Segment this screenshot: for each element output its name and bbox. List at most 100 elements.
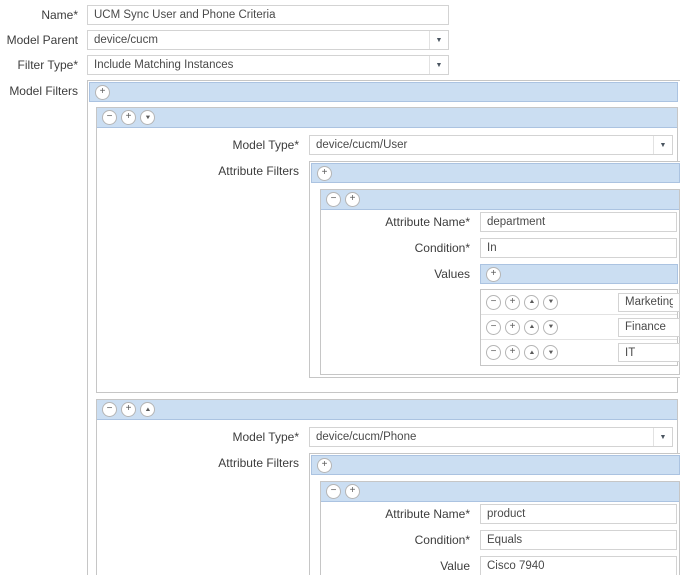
plus-icon: + <box>490 267 497 279</box>
remove-attribute-filter-button[interactable]: − <box>326 484 341 499</box>
remove-value-button[interactable]: − <box>486 345 501 360</box>
name-input[interactable] <box>87 5 449 25</box>
add-value-button[interactable]: + <box>505 294 520 310</box>
minus-icon: − <box>490 346 497 357</box>
attribute-filter-body: Attribute Name* Condition* Value <box>321 502 679 575</box>
model-filter-panel-body: Model Type* ▼ Attribute Filters + <box>97 128 680 392</box>
remove-attribute-filter-button[interactable]: − <box>326 192 341 207</box>
attribute-name-label: Attribute Name* <box>385 215 470 229</box>
add-model-filter-button[interactable]: + <box>95 84 110 100</box>
plus-icon: + <box>321 458 328 470</box>
remove-value-button[interactable]: − <box>486 294 501 310</box>
model-type-row: Model Type* ▼ <box>97 135 677 155</box>
model-parent-row: Model Parent ▼ <box>0 30 680 50</box>
model-filter-panel-header: − + ▲ <box>97 400 677 420</box>
attribute-filter-panel: − + Attribute Name* <box>320 189 680 375</box>
attribute-filters-label: Attribute Filters <box>218 456 299 470</box>
plus-icon: + <box>509 295 516 307</box>
values-add-bar: + <box>480 264 678 284</box>
arrow-down-icon: ▼ <box>143 114 152 121</box>
add-attribute-filter-button[interactable]: + <box>317 457 332 473</box>
arrow-down-icon: ▼ <box>546 349 555 356</box>
filter-type-input[interactable] <box>87 55 449 75</box>
plus-icon: + <box>349 193 356 204</box>
name-row: Name* <box>0 5 680 25</box>
add-value-button[interactable]: + <box>505 345 520 360</box>
model-type-combo: ▼ <box>309 427 673 447</box>
move-model-filter-down-button[interactable]: ▼ <box>140 110 155 125</box>
move-value-up-button[interactable]: ▲ <box>524 345 539 360</box>
attribute-name-row: Attribute Name* <box>321 212 679 232</box>
model-type-label: Model Type* <box>232 138 300 152</box>
attribute-filters-container: + − + <box>309 453 680 575</box>
add-model-filter-button[interactable]: + <box>121 110 136 125</box>
add-model-filter-button[interactable]: + <box>121 402 136 417</box>
move-value-up-button[interactable]: ▲ <box>524 294 539 310</box>
model-type-input[interactable] <box>309 427 673 447</box>
move-value-down-button[interactable]: ▼ <box>543 294 558 310</box>
model-filters-container: + − + ▼ Model Type* device/cucm/User ▼ A… <box>87 80 680 575</box>
attribute-filter-panel-header: − + <box>321 482 679 502</box>
model-type-input[interactable] <box>309 135 673 155</box>
model-type-label: Model Type* <box>232 430 300 444</box>
filter-type-combo: ▼ <box>87 55 449 75</box>
filter-type-label: Filter Type* <box>17 58 78 72</box>
condition-row: Condition* <box>321 530 679 550</box>
values-group: + − + ▲ ▼ Marketing − + ▲ ▼ Finance − + … <box>480 264 680 366</box>
add-value-button[interactable]: + <box>505 319 520 335</box>
attribute-filter-panel: − + Attribute Name* <box>320 481 680 575</box>
dropdown-arrow-icon[interactable]: ▼ <box>429 56 448 74</box>
condition-input[interactable] <box>480 238 677 258</box>
move-value-down-button[interactable]: ▼ <box>543 345 558 360</box>
dropdown-arrow-icon[interactable]: ▼ <box>429 31 448 49</box>
plus-icon: + <box>349 485 356 496</box>
criteria-form: Name* Model Parent ▼ Filter Type* ▼ Mode… <box>0 0 680 575</box>
add-attribute-filter-button[interactable]: + <box>345 192 360 207</box>
attribute-name-input[interactable] <box>480 504 677 524</box>
remove-model-filter-button[interactable]: − <box>102 110 117 125</box>
attribute-filter-body: Attribute Name* Condition* Values <box>321 210 680 374</box>
plus-icon: + <box>99 85 106 97</box>
values-row: Values + − + ▲ ▼ Marketing − + ▲ ▼ Finan… <box>321 264 680 366</box>
attribute-name-row: Attribute Name* <box>321 504 679 524</box>
value-row: − + ▲ ▼ <box>481 315 680 340</box>
minus-icon: − <box>106 111 113 122</box>
value-input[interactable] <box>618 292 680 312</box>
model-parent-combo: ▼ <box>87 30 449 50</box>
move-model-filter-up-button[interactable]: ▲ <box>140 402 155 417</box>
value-input[interactable] <box>618 317 680 337</box>
minus-icon: − <box>330 485 337 496</box>
value-row: − + ▲ ▼ <box>481 290 680 315</box>
arrow-up-icon: ▲ <box>527 299 536 305</box>
model-filter-panel-body: Model Type* ▼ Attribute Filters + <box>97 420 680 575</box>
model-parent-label: Model Parent <box>6 33 78 47</box>
dropdown-arrow-icon[interactable]: ▼ <box>653 136 672 154</box>
add-value-button[interactable]: + <box>486 266 501 282</box>
move-value-up-button[interactable]: ▲ <box>524 319 539 335</box>
minus-icon: − <box>490 320 497 332</box>
dropdown-arrow-icon[interactable]: ▼ <box>653 428 672 446</box>
attribute-name-input[interactable] <box>480 212 677 232</box>
minus-icon: − <box>490 295 497 307</box>
model-parent-input[interactable] <box>87 30 449 50</box>
condition-row: Condition* <box>321 238 679 258</box>
add-attribute-filter-button[interactable]: + <box>345 484 360 499</box>
value-input[interactable] <box>618 343 680 362</box>
plus-icon: + <box>509 320 516 332</box>
plus-icon: + <box>125 111 132 122</box>
condition-input[interactable] <box>480 530 677 550</box>
add-attribute-filter-button[interactable]: + <box>317 165 332 181</box>
condition-label: Condition* <box>414 241 470 255</box>
value-label: Value <box>440 559 470 573</box>
arrow-up-icon: ▲ <box>143 406 152 413</box>
attribute-filters-label: Attribute Filters <box>218 164 299 178</box>
condition-label: Condition* <box>414 533 470 547</box>
attribute-filters-row: Attribute Filters + − + Attribute Name* … <box>97 161 680 378</box>
value-input[interactable] <box>480 556 677 575</box>
remove-value-button[interactable]: − <box>486 319 501 335</box>
remove-model-filter-button[interactable]: − <box>102 402 117 417</box>
value-row: − + ▲ ▼ <box>481 340 680 365</box>
model-filters-row: Model Filters + − + ▼ Model Type* device… <box>0 80 680 575</box>
attribute-filters-container: + − + <box>309 161 680 378</box>
move-value-down-button[interactable]: ▼ <box>543 319 558 335</box>
